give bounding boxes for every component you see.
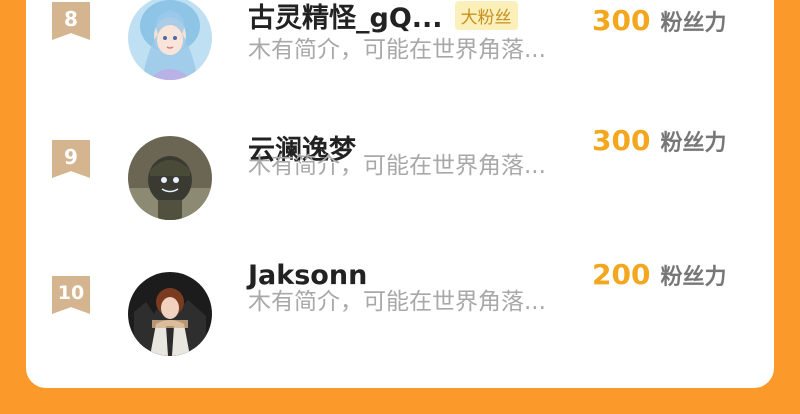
user-bio: 木有简介，可能在世界角落... bbox=[248, 153, 546, 179]
user-bio: 木有简介，可能在世界角落... bbox=[248, 289, 546, 315]
fan-ranking-card: 8 古灵精怪_gQ... 大粉丝 木有简介，可能在世界角落... 300 粉丝力 bbox=[26, 0, 774, 388]
avatar[interactable] bbox=[128, 136, 212, 220]
fan-power: 300 粉丝力 bbox=[592, 124, 726, 157]
ranking-row[interactable]: 10 Jaksonn 木有简介，可能在世界角落... 200 粉丝力 bbox=[26, 258, 774, 370]
fan-power-value: 300 bbox=[592, 4, 651, 37]
fan-power-unit: 粉丝力 bbox=[660, 131, 727, 156]
ranking-row[interactable]: 8 古灵精怪_gQ... 大粉丝 木有简介，可能在世界角落... 300 粉丝力 bbox=[26, 0, 774, 100]
ranking-row[interactable]: 9 云澜逸梦 木有简介，可能在世界角落... 300 粉丝力 bbox=[26, 124, 774, 236]
fan-power: 300 粉丝力 bbox=[592, 4, 726, 37]
fan-power-unit: 粉丝力 bbox=[660, 11, 727, 36]
rank-badge: 10 bbox=[52, 276, 90, 314]
avatar[interactable] bbox=[128, 0, 212, 80]
fan-power-value: 200 bbox=[592, 258, 651, 291]
rank-badge: 9 bbox=[52, 140, 90, 178]
fan-power-unit: 粉丝力 bbox=[660, 265, 727, 290]
fan-level-badge: 大粉丝 bbox=[454, 1, 518, 30]
avatar[interactable] bbox=[128, 272, 212, 356]
rank-badge: 8 bbox=[52, 2, 90, 40]
fan-power-value: 300 bbox=[592, 124, 651, 157]
fan-power: 200 粉丝力 bbox=[592, 258, 726, 291]
user-bio: 木有简介，可能在世界角落... bbox=[248, 37, 546, 63]
